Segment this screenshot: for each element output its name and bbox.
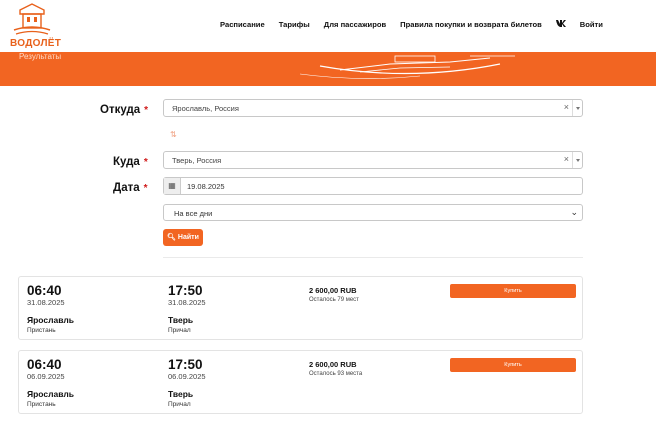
from-value: Ярославль, Россия [172,104,239,113]
find-button[interactable]: 🔍︎ Найти [163,229,203,246]
from-city: Ярославль [27,315,74,325]
search-icon: 🔍︎ [167,234,176,241]
date-input[interactable]: ▦ 19.08.2025 [163,177,583,195]
arrive-date: 06.09.2025 [168,372,206,381]
nav-item-schedule[interactable]: Расписание [220,20,265,29]
price: 2 600,00 RUB [309,286,357,295]
to-select[interactable]: Тверь, Россия × [163,151,583,169]
breadcrumb-results: Результаты [19,52,62,61]
to-place: Причал [168,327,191,334]
buy-button[interactable]: Купить [450,284,576,298]
trip-card: 06:40 31.08.2025 Ярославль Пристань 17:5… [18,276,583,340]
login-link[interactable]: Войти [580,20,603,29]
days-value: На все дни [174,209,213,218]
arrive-time: 17:50 [168,283,203,298]
depart-date: 31.08.2025 [27,298,65,307]
hero-band: Результаты [0,52,656,86]
depart-date: 06.09.2025 [27,372,65,381]
date-label: Дата * [113,182,148,194]
buy-button[interactable]: Купить [450,358,576,372]
depart-time: 06:40 [27,357,62,372]
trip-card: 06:40 06.09.2025 Ярославль Пристань 17:5… [18,350,583,414]
from-place: Пристань [27,327,56,334]
boat-illustration [300,55,515,79]
arrive-time: 17:50 [168,357,203,372]
nav-item-passengers[interactable]: Для пассажиров [324,20,386,29]
main-nav: Расписание Тарифы Для пассажиров Правила… [220,20,617,29]
days-select[interactable]: На все дни ⌄ [163,204,583,221]
price: 2 600,00 RUB [309,360,357,369]
clear-from-icon[interactable]: × [564,102,569,112]
date-value: 19.08.2025 [187,182,225,191]
dropdown-arrow-icon[interactable] [572,152,582,168]
vk-icon[interactable] [555,20,566,29]
chevron-down-icon: ⌄ [570,207,578,217]
from-city: Ярославль [27,389,74,399]
depart-time: 06:40 [27,283,62,298]
seats-left: Осталось 93 места [309,371,363,377]
dropdown-arrow-icon[interactable] [572,100,582,116]
from-label: Откуда * [100,104,149,116]
nav-item-rules[interactable]: Правила покупки и возврата билетов [400,20,542,29]
site-header: ВОДОЛЁТ Расписание Тарифы Для пассажиров… [0,0,656,52]
nav-item-tariffs[interactable]: Тарифы [279,20,310,29]
from-place: Пристань [27,401,56,408]
divider [163,257,583,258]
to-label: Куда * [113,156,148,168]
to-city: Тверь [168,315,194,325]
find-button-label: Найти [177,234,199,241]
logo[interactable]: ВОДОЛЁТ [8,2,62,49]
clear-to-icon[interactable]: × [564,154,569,164]
logo-icon [13,3,51,35]
calendar-icon[interactable]: ▦ [164,178,181,194]
to-city: Тверь [168,389,194,399]
to-place: Причал [168,401,191,408]
arrive-date: 31.08.2025 [168,298,206,307]
to-value: Тверь, Россия [172,156,222,165]
seats-left: Осталось 79 мест [309,297,359,303]
swap-icon[interactable]: ⇅ [170,130,177,139]
from-select[interactable]: Ярославль, Россия × [163,99,583,117]
logo-text: ВОДОЛЁТ [10,38,62,49]
